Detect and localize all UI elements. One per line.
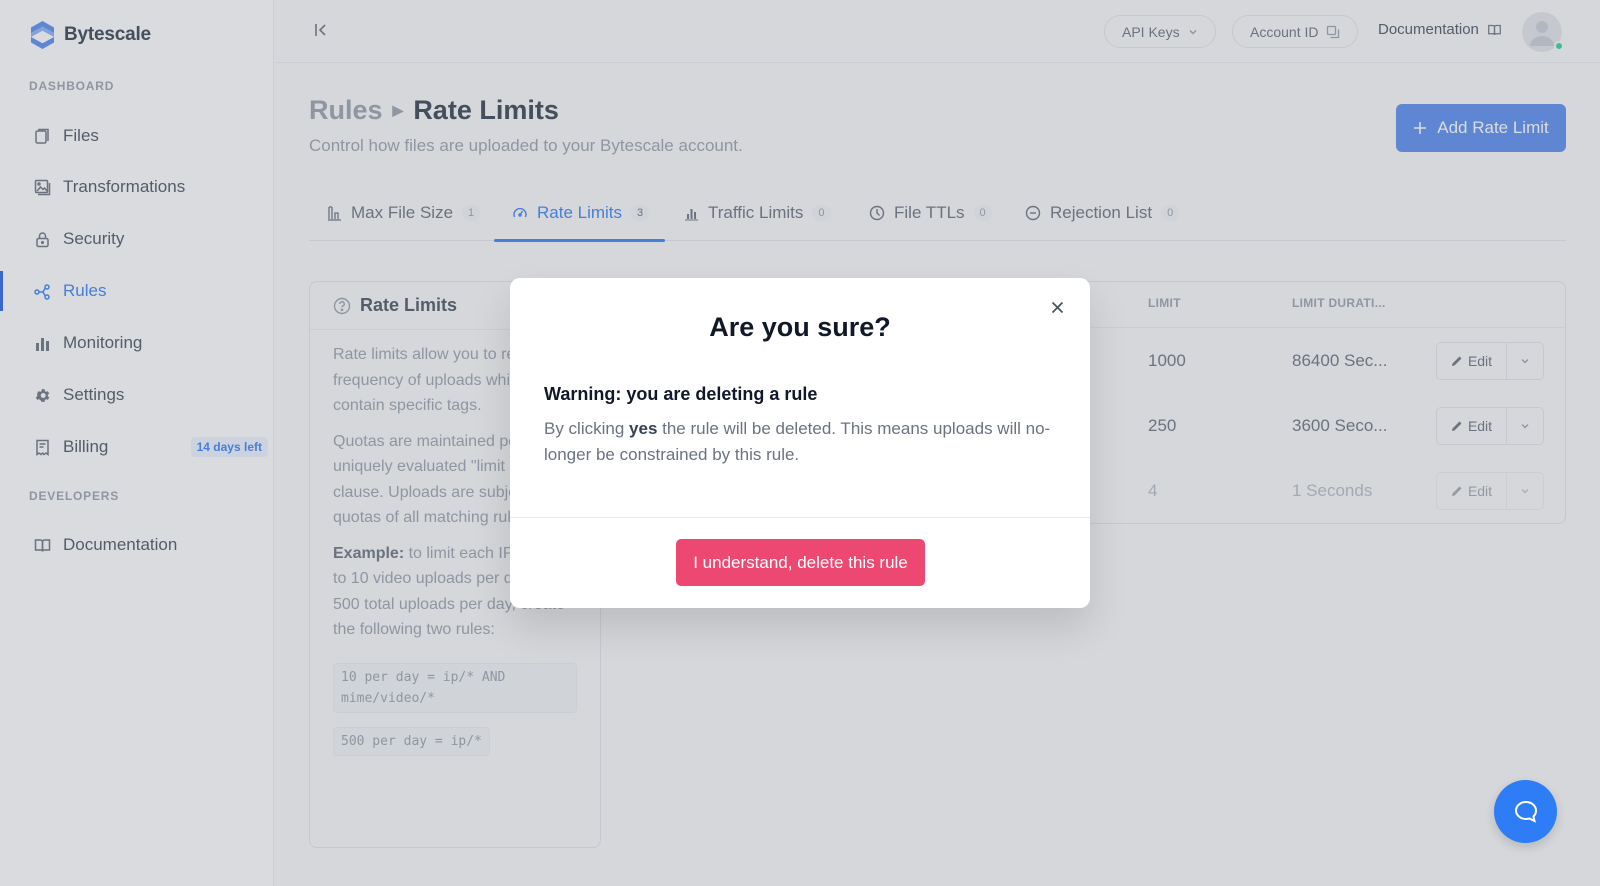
- modal-divider: [510, 517, 1090, 518]
- modal-warning-heading: Warning: you are deleting a rule: [544, 384, 818, 404]
- chat-launcher-button[interactable]: [1494, 780, 1557, 843]
- confirm-delete-button[interactable]: I understand, delete this rule: [676, 539, 925, 586]
- modal-text-bold: yes: [629, 419, 658, 438]
- delete-rule-modal: Are you sure? Warning: you are deleting …: [510, 278, 1090, 608]
- modal-title: Are you sure?: [709, 312, 891, 342]
- chat-bubble-icon: [1514, 800, 1537, 823]
- modal-text-before: By clicking: [544, 419, 630, 438]
- modal-description: By clicking yes the rule will be deleted…: [544, 416, 1059, 467]
